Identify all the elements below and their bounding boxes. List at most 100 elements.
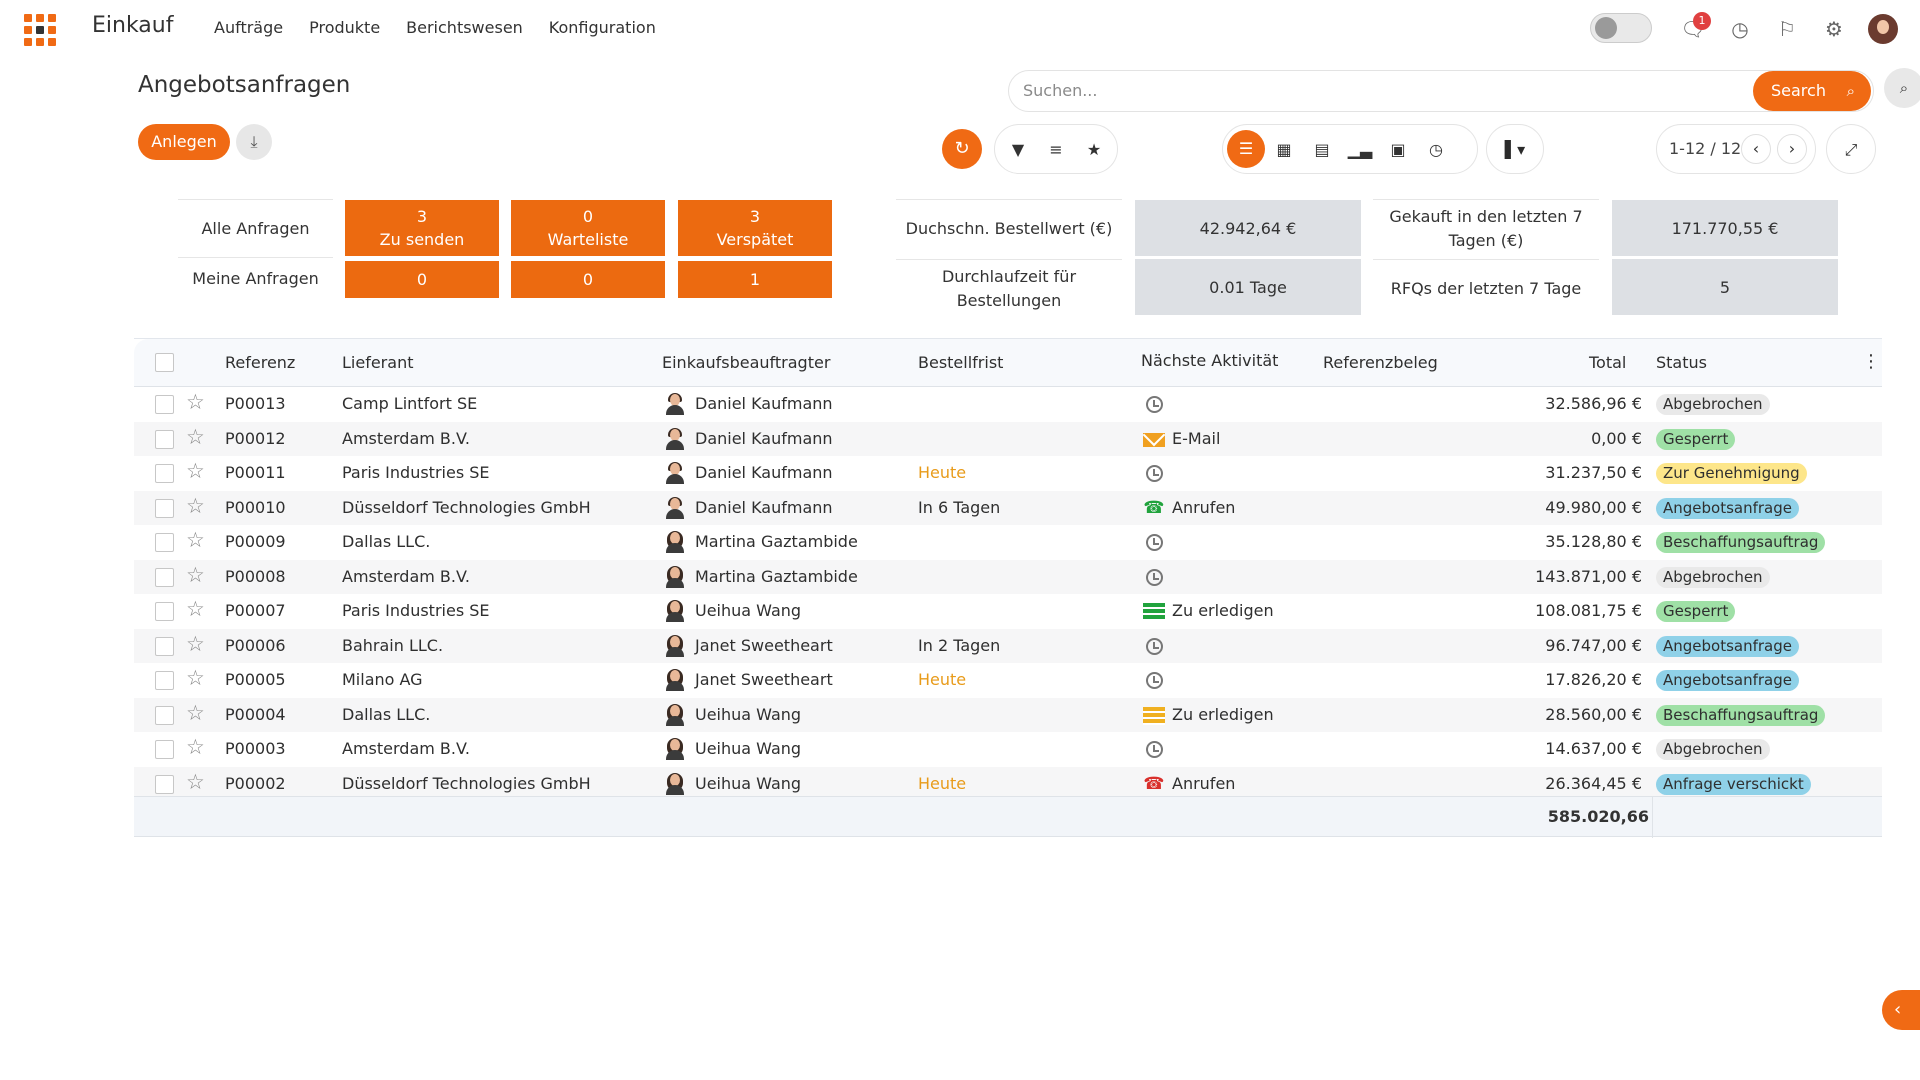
star-icon[interactable]: ☆ (186, 459, 205, 483)
graph-view-icon[interactable]: ▁▃ (1341, 140, 1379, 159)
group-by-icon[interactable]: ≡ (1037, 140, 1075, 159)
search-input[interactable] (1023, 81, 1623, 100)
clock-icon[interactable] (1146, 741, 1163, 758)
buyer-avatar[interactable] (664, 393, 686, 415)
dash-tile-waiting[interactable]: 0 Warteliste (511, 200, 665, 256)
row-checkbox[interactable] (155, 602, 174, 621)
star-icon[interactable]: ☆ (186, 528, 205, 552)
app-title[interactable]: Einkauf (92, 13, 173, 38)
clock-icon[interactable] (1146, 672, 1163, 689)
menu-item-konfiguration[interactable]: Konfiguration (549, 18, 656, 37)
dash-mine-waiting[interactable]: 0 (511, 261, 665, 298)
row-checkbox[interactable] (155, 429, 174, 449)
star-icon[interactable]: ☆ (186, 770, 205, 794)
pager-next-icon[interactable]: › (1777, 134, 1807, 164)
dark-mode-toggle[interactable] (1590, 13, 1652, 43)
menu-item-berichtswesen[interactable]: Berichtswesen (406, 18, 523, 37)
row-checkbox[interactable] (155, 774, 174, 794)
star-icon[interactable]: ☆ (186, 563, 205, 587)
table-row[interactable]: ☆ P00007 Paris Industries SE Ueihua Wang Zu … (134, 594, 1882, 629)
activity-view-icon[interactable]: ◷ (1417, 140, 1455, 159)
buyer-avatar[interactable] (664, 427, 686, 450)
todo-icon[interactable] (1143, 706, 1165, 725)
table-row[interactable]: ☆ P00005 Milano AG Janet Sweetheart Heute 17.… (134, 663, 1882, 698)
buyer-avatar[interactable] (664, 669, 686, 691)
buyer-avatar[interactable] (664, 496, 686, 519)
column-options-icon[interactable]: ⋮ (1862, 351, 1880, 372)
column-settings-icon[interactable]: ▌▾ (1486, 124, 1544, 174)
star-icon[interactable]: ☆ (186, 701, 205, 725)
user-avatar[interactable] (1868, 14, 1898, 44)
row-checkbox[interactable] (155, 464, 174, 483)
buyer-avatar[interactable] (664, 462, 686, 484)
refresh-icon[interactable]: ↻ (942, 129, 982, 169)
buyer-avatar[interactable] (664, 600, 686, 622)
col-total[interactable]: Total (1589, 353, 1626, 372)
list-view-icon[interactable]: ☰ (1227, 130, 1265, 168)
star-icon[interactable]: ☆ (186, 632, 205, 656)
col-naechste-aktivitaet[interactable]: Nächste Aktivität (1141, 351, 1278, 370)
side-search-icon[interactable]: ⌕ (1884, 68, 1920, 108)
row-checkbox[interactable] (155, 498, 174, 518)
star-icon[interactable]: ☆ (186, 597, 205, 621)
search-button[interactable]: Search ⌕ (1753, 71, 1871, 111)
buyer-avatar[interactable] (664, 772, 686, 795)
star-icon[interactable]: ☆ (186, 494, 205, 518)
col-einkaufsbeauftragter[interactable]: Einkaufsbeauftragter (662, 353, 830, 372)
clock-icon[interactable] (1146, 534, 1163, 551)
filter-icon[interactable]: ▼ (999, 140, 1037, 159)
dash-mine-late[interactable]: 1 (678, 261, 832, 298)
buyer-avatar[interactable] (664, 565, 686, 588)
row-checkbox[interactable] (155, 636, 174, 656)
clock-icon[interactable] (1146, 637, 1163, 655)
table-row[interactable]: ☆ P00010 Düsseldorf Technologies GmbH Danie… (134, 490, 1882, 525)
clock-icon[interactable] (1146, 568, 1163, 586)
envelope-icon[interactable] (1143, 432, 1165, 447)
pager-range[interactable]: 1-12 / 12 (1669, 139, 1741, 158)
phone-icon[interactable]: ☎ (1143, 773, 1165, 795)
star-icon[interactable]: ☆ (186, 390, 205, 414)
create-button[interactable]: Anlegen (138, 124, 230, 160)
table-row[interactable]: ☆ P00008 Amsterdam B.V. Martina Gaztambide 1… (134, 559, 1882, 594)
side-panel-toggle-icon[interactable]: ‹ (1882, 990, 1920, 1030)
row-checkbox[interactable] (155, 671, 174, 690)
settings-gear-icon[interactable]: ⚙ (1821, 16, 1847, 42)
col-status[interactable]: Status (1656, 353, 1707, 372)
clock-icon[interactable] (1146, 396, 1163, 413)
pivot-view-icon[interactable]: ▤ (1303, 140, 1341, 159)
app-menu-icon[interactable] (24, 14, 56, 46)
col-bestellfrist[interactable]: Bestellfrist (918, 353, 1003, 372)
calendar-view-icon[interactable]: ▣ (1379, 140, 1417, 159)
menu-item-produkte[interactable]: Produkte (309, 18, 380, 37)
col-lieferant[interactable]: Lieferant (342, 353, 413, 372)
menu-item-auftraege[interactable]: Aufträge (214, 18, 283, 37)
dash-tile-late[interactable]: 3 Verspätet (678, 200, 832, 256)
col-referenz[interactable]: Referenz (225, 353, 295, 372)
buyer-avatar[interactable] (664, 531, 686, 553)
language-icon[interactable]: ⚐ (1774, 16, 1800, 42)
buyer-avatar[interactable] (664, 703, 686, 726)
table-row[interactable]: ☆ P00012 Amsterdam B.V. Daniel Kaufmann E-Ma… (134, 421, 1882, 456)
download-icon[interactable]: ⤓ (236, 124, 272, 160)
clock-icon[interactable] (1146, 465, 1163, 482)
buyer-avatar[interactable] (664, 738, 686, 760)
pager-prev-icon[interactable]: ‹ (1741, 134, 1771, 164)
table-row[interactable]: ☆ P00006 Bahrain LLC. Janet Sweetheart In 2 … (134, 628, 1882, 663)
todo-icon[interactable] (1143, 603, 1165, 621)
star-icon[interactable]: ☆ (186, 735, 205, 759)
row-checkbox[interactable] (155, 567, 174, 587)
col-referenzbeleg[interactable]: Referenzbeleg (1323, 353, 1438, 372)
buyer-avatar[interactable] (664, 634, 686, 657)
activity-clock-icon[interactable]: ◷ (1727, 16, 1753, 42)
table-row[interactable]: ☆ P00003 Amsterdam B.V. Ueihua Wang 14.637,0… (134, 732, 1882, 767)
select-all-checkbox[interactable] (155, 353, 174, 372)
star-icon[interactable]: ☆ (186, 425, 205, 449)
kanban-view-icon[interactable]: ▦ (1265, 140, 1303, 159)
row-checkbox[interactable] (155, 533, 174, 552)
fullscreen-expand-icon[interactable]: ⤢ (1826, 124, 1876, 174)
table-row[interactable]: ☆ P00011 Paris Industries SE Daniel Kaufman… (134, 456, 1882, 491)
table-row[interactable]: ☆ P00009 Dallas LLC. Martina Gaztambide 35.1… (134, 525, 1882, 560)
table-row[interactable]: ☆ P00004 Dallas LLC. Ueihua Wang Zu erledige… (134, 697, 1882, 732)
dash-tile-to-send[interactable]: 3 Zu senden (345, 200, 499, 256)
row-checkbox[interactable] (155, 740, 174, 759)
